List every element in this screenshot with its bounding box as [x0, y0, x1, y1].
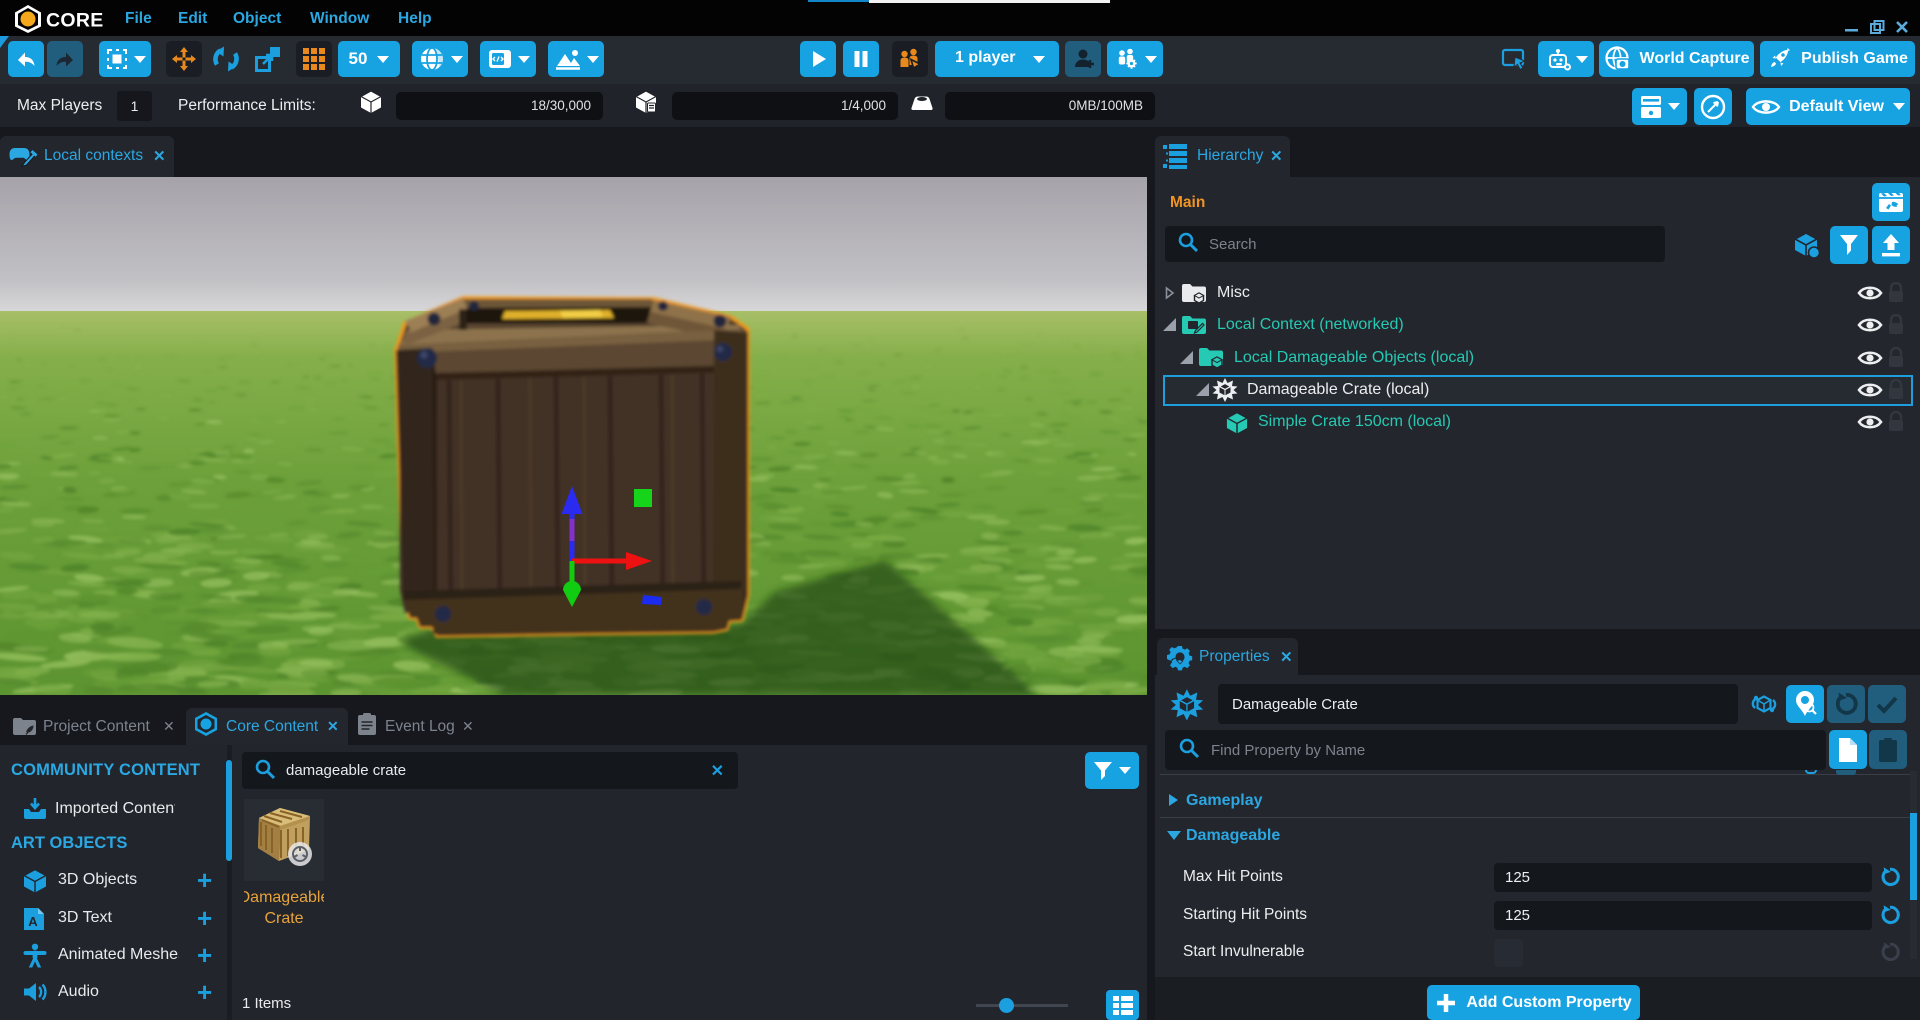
svg-text:CORE: CORE — [46, 10, 104, 32]
svg-text:A: A — [28, 914, 38, 929]
